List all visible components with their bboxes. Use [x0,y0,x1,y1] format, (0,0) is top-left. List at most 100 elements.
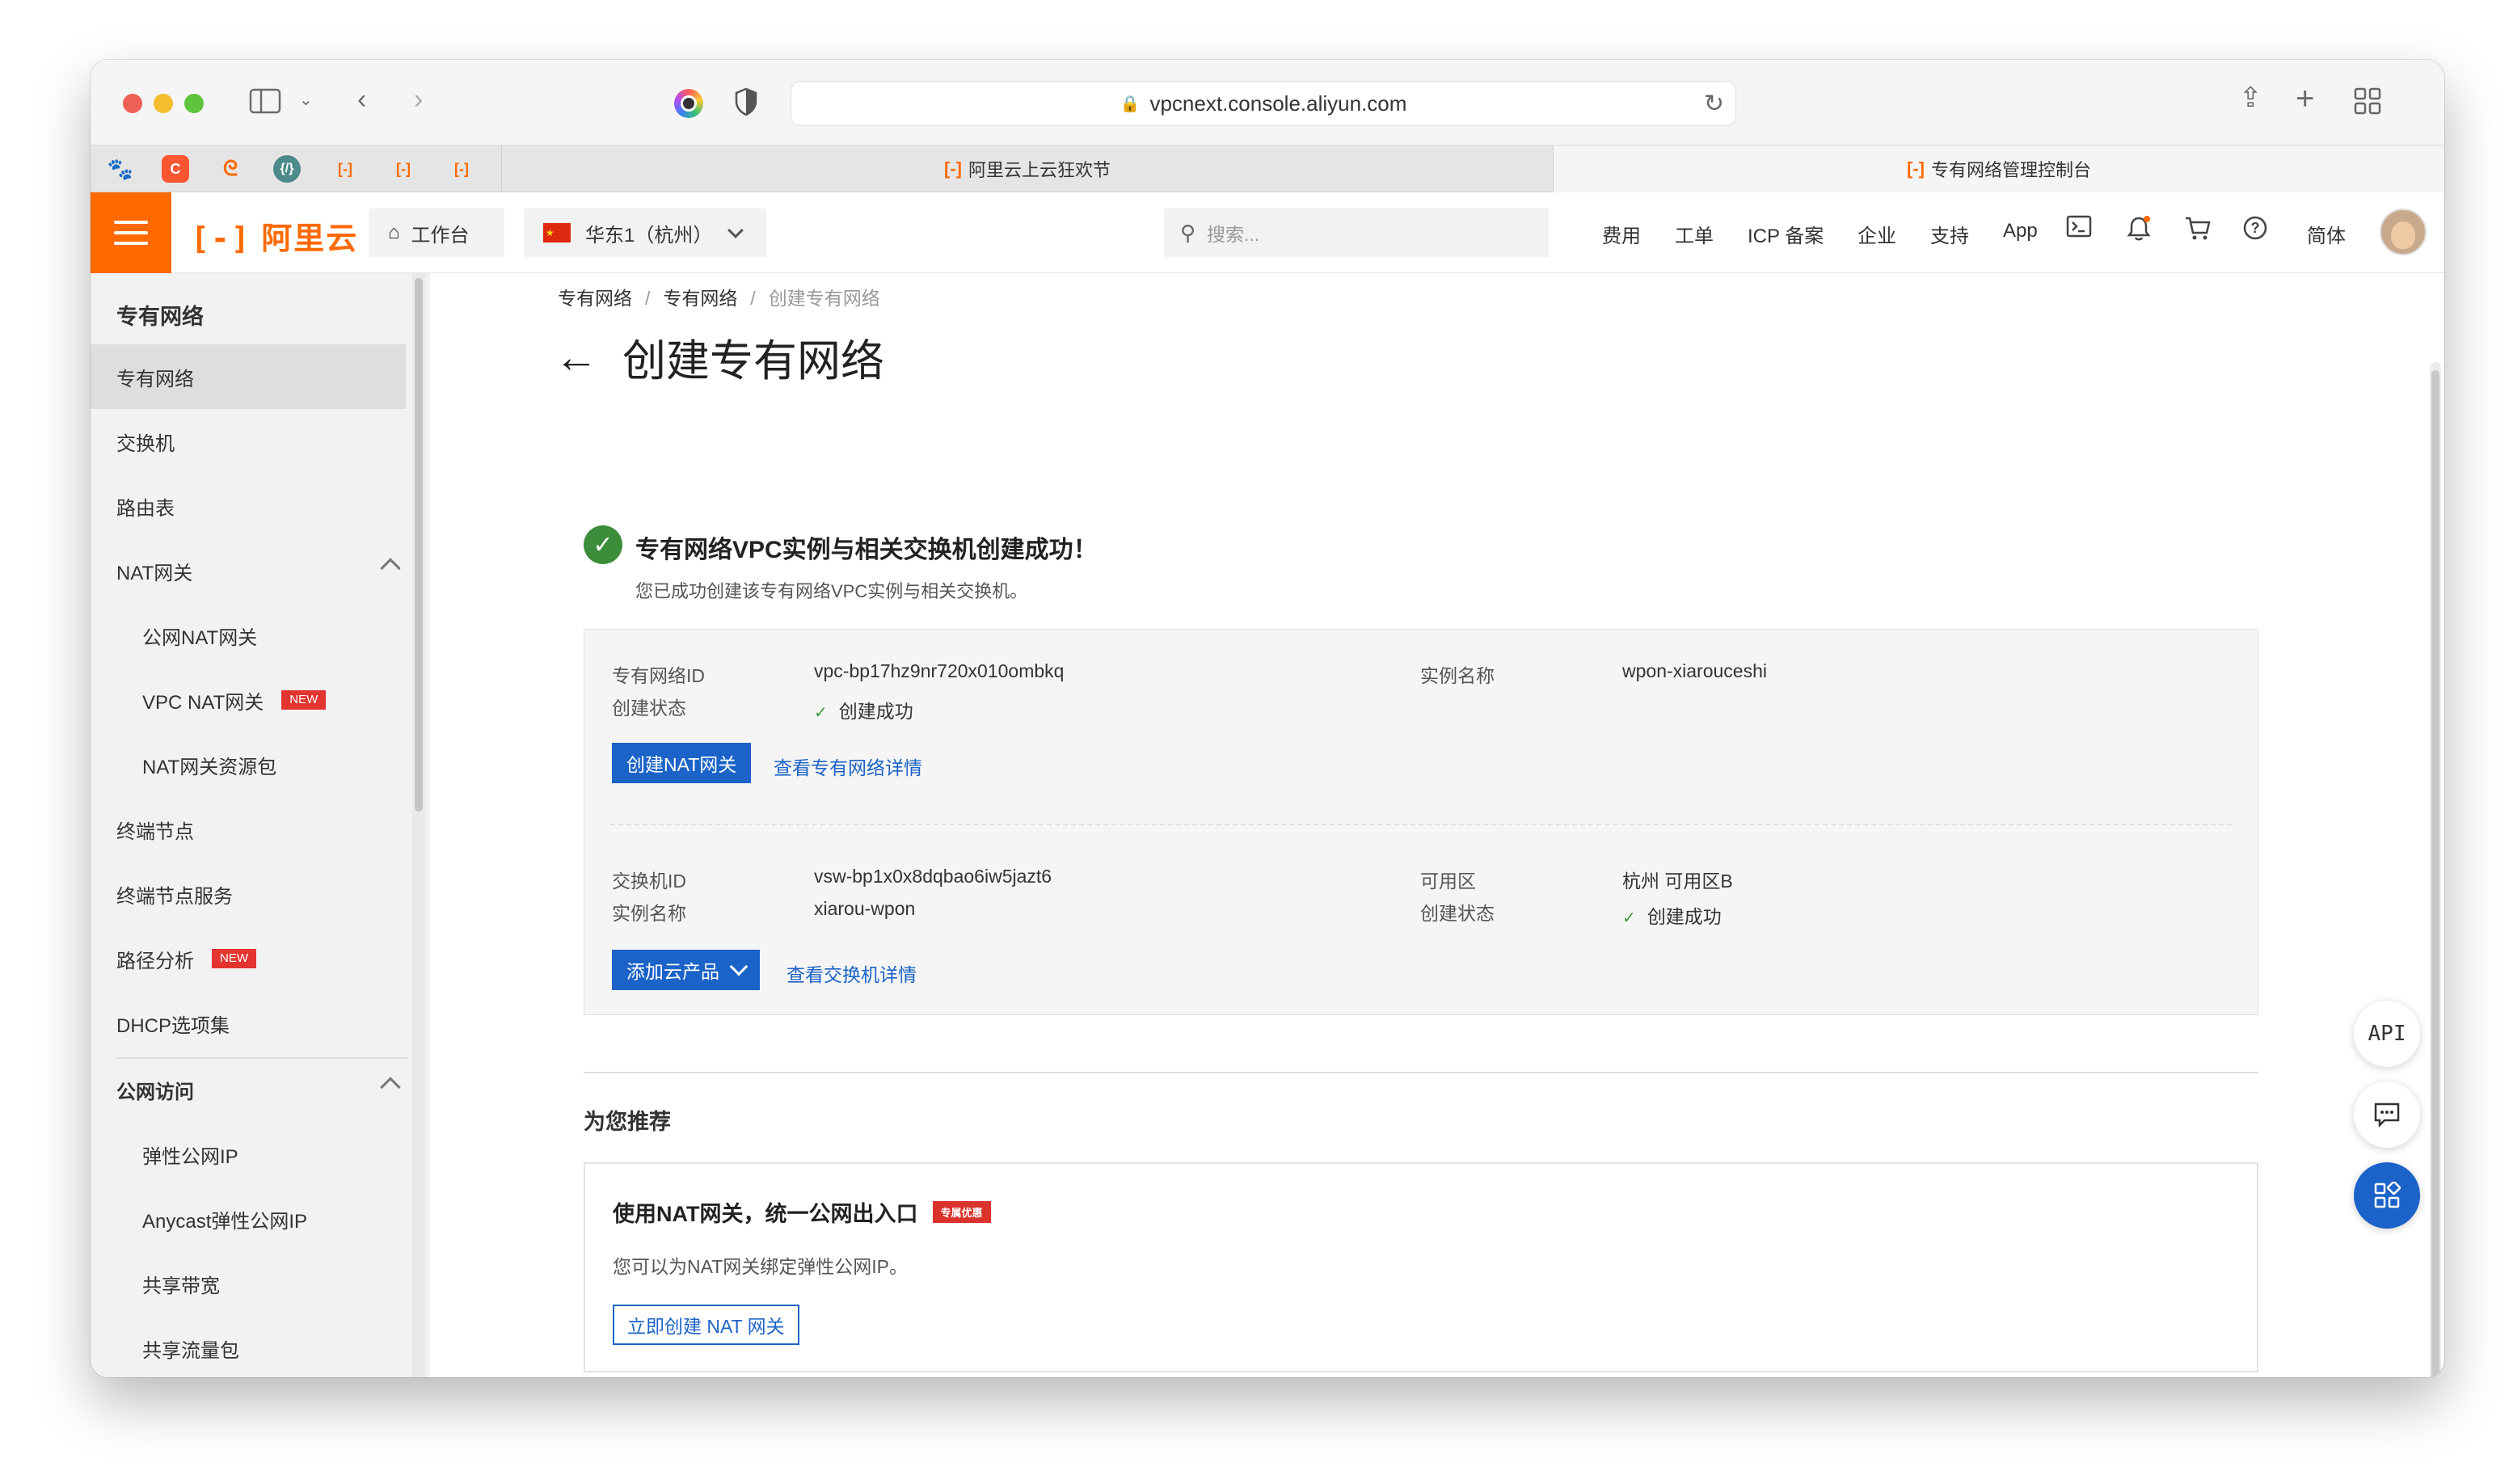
baidu-favicon[interactable]: 🐾 [107,155,134,183]
orange-favicon[interactable]: ᘓ [217,155,244,183]
vpc-status-label: 创建状态 [612,698,686,719]
sidebar-item-dhcp[interactable]: DHCP选项集 [91,991,406,1056]
tab-festival[interactable]: [-] 阿里云上云狂欢节 [501,145,1554,192]
workbench-button[interactable]: ⌂ 工作台 [369,209,504,257]
api-button[interactable]: API [2354,1001,2420,1067]
search-input[interactable]: ⚲ 搜索... [1164,209,1549,257]
card-divider [610,824,2232,825]
recommend-card-title: 使用NAT网关，统一公网出入口 专属优惠 [613,1196,991,1228]
c-favicon[interactable]: C [162,155,189,183]
console-header: [-] 阿里云 ⌂ 工作台 ★ 华东1（杭州） ⚲ 搜索... 费用 工单 IC… [91,192,2444,273]
vswitch-id-label: 交换机ID [612,871,686,892]
shield-icon[interactable] [734,87,758,121]
nav-support[interactable]: 支持 [1930,220,1969,248]
recommend-card: 使用NAT网关，统一公网出入口 专属优惠 您可以为NAT网关绑定弹性公网IP。 立… [584,1162,2258,1372]
recommend-title: 为您推荐 [584,1110,671,1134]
add-product-button[interactable]: 添加云产品 [612,950,760,990]
tab-overview-icon[interactable] [2354,87,2381,120]
check-icon: ✓ [1622,909,1636,927]
sidebar-item-endpoint[interactable]: 终端节点 [91,797,406,862]
sidebar-group-public-access[interactable]: 公网访问 [91,1057,406,1122]
sidebar-group-nat[interactable]: NAT网关 [91,538,406,603]
chevron-down-icon[interactable]: ⌄ [299,92,313,108]
nav-fees[interactable]: 费用 [1602,220,1641,248]
nav-enterprise[interactable]: 企业 [1858,220,1896,248]
vswitch-status-label: 创建状态 [1420,903,1495,924]
new-badge: NEW [281,690,327,710]
vswitch-status-value: ✓ 创建成功 [1622,906,1722,927]
teal-favicon[interactable]: {/} [273,155,301,183]
sidebar-item-endpoint-service[interactable]: 终端节点服务 [91,862,406,926]
tab-vpc-console[interactable]: [-] 专有网络管理控制台 [1554,145,2444,192]
back-icon[interactable]: ‹ [357,86,366,113]
create-nat-now-button[interactable]: 立即创建 NAT 网关 [613,1305,799,1345]
cart-icon[interactable] [2184,215,2212,246]
section-divider [584,1072,2258,1073]
aliyun-favicon[interactable]: [-] [390,155,417,183]
sidebar-item-anycast-eip[interactable]: Anycast弹性公网IP [91,1187,406,1251]
home-icon: ⌂ [388,221,400,243]
sidebar-item-route-table[interactable]: 路由表 [91,474,406,538]
china-flag-icon: ★ [543,223,571,242]
zone-label: 可用区 [1420,871,1476,892]
zoom-window-button[interactable] [184,94,204,113]
vpc-status-value: ✓ 创建成功 [814,701,913,722]
close-window-button[interactable] [123,94,142,113]
tab-label: 阿里云上云狂欢节 [968,160,1111,180]
aliyun-favicon[interactable]: [-] [331,155,359,183]
sidebar-item-shared-traffic[interactable]: 共享流量包 [91,1316,406,1377]
success-description: 您已成功创建该专有网络VPC实例与相关交换机。 [635,581,1028,601]
sidebar-item-path-analysis[interactable]: 路径分析 NEW [91,926,406,991]
breadcrumb: 专有网络 / 专有网络 / 创建专有网络 [558,288,880,309]
vpc-name-value: wpon-xiarouceshi [1622,660,1767,681]
help-icon[interactable]: ? [2242,215,2268,246]
sidebar-item-shared-bandwidth[interactable]: 共享带宽 [91,1251,406,1316]
sidebar: 专有网络 专有网络 交换机 路由表 NAT网关 公网NAT网关 VPC NAT网… [91,273,430,1377]
aliyun-favicon[interactable]: [-] [448,155,475,183]
tab-bar: 🐾 C ᘓ {/} [-] [-] [-] [-] 阿里云上云狂欢节 [-] 专… [91,145,2444,192]
minimize-window-button[interactable] [154,94,173,113]
vpc-name-label: 实例名称 [1420,665,1495,686]
sidebar-item-nat-package[interactable]: NAT网关资源包 [91,732,406,797]
language-switch[interactable]: 简体 [2307,220,2346,248]
sidebar-item-vswitch[interactable]: 交换机 [91,409,406,474]
success-title: 专有网络VPC实例与相关交换机创建成功！ [635,537,1098,563]
sidebar-scrollbar[interactable] [412,273,425,1377]
zone-value: 杭州 可用区B [1622,871,1733,892]
menu-icon[interactable] [91,192,171,273]
breadcrumb-item[interactable]: 专有网络 [558,288,632,309]
aliyun-icon: [-] [944,158,962,179]
recommend-card-desc: 您可以为NAT网关绑定弹性公网IP。 [613,1256,909,1277]
extension-icon[interactable] [674,89,703,118]
new-tab-icon[interactable]: + [2296,82,2314,115]
back-arrow-icon[interactable]: ← [555,332,598,382]
check-icon: ✓ [814,704,828,722]
vpc-detail-link[interactable]: 查看专有网络详情 [774,753,922,780]
sidebar-item-eip[interactable]: 弹性公网IP [91,1122,406,1187]
sidebar-toggle-icon[interactable] [249,87,281,120]
share-icon[interactable]: ⇪ [2239,84,2262,112]
region-selector[interactable]: ★ 华东1（杭州） [524,209,766,257]
nav-app[interactable]: App [2003,220,2038,242]
sidebar-item-vpc[interactable]: 专有网络 [91,344,406,409]
nav-icp[interactable]: ICP 备案 [1748,220,1824,248]
chat-button[interactable] [2354,1081,2420,1148]
forward-icon[interactable]: › [414,86,423,113]
apps-button[interactable] [2354,1162,2420,1229]
avatar[interactable] [2380,209,2427,255]
terminal-icon[interactable] [2066,215,2092,242]
sidebar-item-public-nat[interactable]: 公网NAT网关 [91,603,406,668]
reload-icon[interactable]: ↻ [1704,90,1724,118]
lock-icon: 🔒 [1120,95,1141,113]
vswitch-detail-link[interactable]: 查看交换机详情 [786,959,917,987]
vpc-id-value: vpc-bp17hz9nr720x010ombkq [814,660,1065,681]
create-nat-button[interactable]: 创建NAT网关 [612,743,752,783]
nav-tickets[interactable]: 工单 [1675,220,1714,248]
main-scrollbar[interactable] [2430,362,2441,1377]
sidebar-item-vpc-nat[interactable]: VPC NAT网关 NEW [91,668,406,732]
address-bar[interactable]: 🔒 vpcnext.console.aliyun.com ↻ [791,81,1736,126]
bell-icon[interactable] [2126,215,2152,247]
breadcrumb-item[interactable]: 专有网络 [663,288,737,309]
page-title: ← 创建专有网络 [555,325,884,389]
aliyun-logo[interactable]: [-] 阿里云 [191,213,358,258]
